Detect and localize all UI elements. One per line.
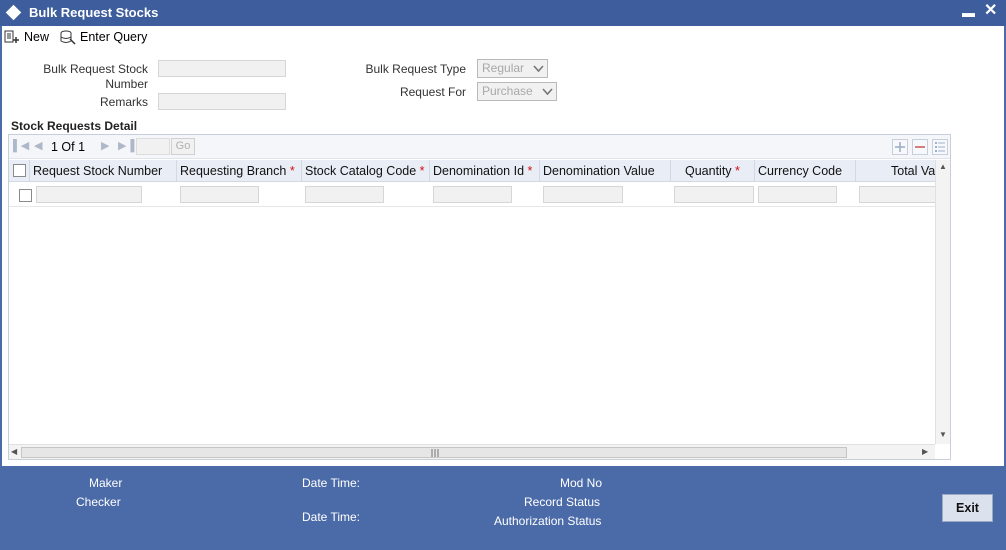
enter-query-button[interactable]: Enter Query: [59, 28, 147, 46]
go-button[interactable]: Go: [171, 138, 195, 155]
mod-no-label: Mod No: [560, 476, 603, 490]
col-header-label: Stock Catalog Code: [305, 164, 417, 178]
bulk-request-stock-number-label: Bulk Request Stock Number: [43, 62, 148, 91]
audit-footer: Maker Checker Date Time: Date Time: Mod …: [0, 468, 1006, 550]
col-denomination-value[interactable]: Denomination Value: [540, 160, 671, 182]
last-page-icon[interactable]: ▶▐: [118, 140, 134, 152]
request-stock-number-input[interactable]: [36, 186, 142, 203]
request-for-label: Request For: [399, 85, 466, 99]
enter-query-label: Enter Query: [80, 30, 148, 44]
scroll-right-icon[interactable]: ▶: [922, 447, 928, 456]
stock-requests-detail-title: Stock Requests Detail: [11, 119, 138, 133]
request-for-select[interactable]: Purchase: [477, 82, 557, 101]
vertical-scrollbar[interactable]: ▲ ▼: [935, 160, 950, 444]
col-header-label: Quantity: [685, 164, 732, 178]
total-value-input[interactable]: [859, 186, 935, 203]
col-denomination-id[interactable]: Denomination Id *: [430, 160, 540, 182]
required-marker: *: [289, 164, 295, 178]
grid-pager: ▌◀ ◀ 1 Of 1 ▶ ▶▐ Go: [9, 135, 950, 159]
first-page-icon[interactable]: ▌◀: [13, 140, 29, 152]
new-button[interactable]: New: [4, 28, 49, 46]
denomination-id-input[interactable]: [433, 186, 512, 203]
maker-label: Maker: [89, 476, 123, 490]
quantity-input[interactable]: [674, 186, 754, 203]
delete-row-button[interactable]: [912, 139, 928, 155]
col-request-stock-number[interactable]: Request Stock Number: [30, 160, 177, 182]
bulk-request-stock-number-field[interactable]: [158, 60, 286, 77]
requesting-branch-input[interactable]: [180, 186, 259, 203]
horizontal-scrollbar[interactable]: ◀ ▶: [9, 444, 935, 459]
currency-code-input[interactable]: [758, 186, 837, 203]
scroll-down-icon[interactable]: ▼: [939, 430, 947, 439]
col-header-label: Request Stock Number: [33, 164, 163, 178]
request-for-value: Purchase: [482, 84, 533, 98]
col-header-label: Denomination Id: [433, 164, 525, 178]
col-currency-code[interactable]: Currency Code: [755, 160, 856, 182]
new-label: New: [24, 30, 50, 44]
authorization-status-label: Authorization Status: [494, 514, 602, 528]
single-view-button[interactable]: [932, 139, 948, 155]
remarks-field[interactable]: [158, 93, 286, 110]
col-total-value[interactable]: Total Va: [856, 160, 935, 182]
bulk-request-type-label: Bulk Request Type: [365, 62, 466, 76]
grip-icon: [431, 449, 439, 457]
toolbar: New Enter Query: [2, 26, 1004, 48]
main-content: New Enter Query Bulk Request Stock Numbe…: [2, 26, 1004, 466]
select-all-checkbox[interactable]: [13, 164, 26, 177]
page-indicator: 1 Of 1: [51, 140, 86, 154]
row-select-checkbox[interactable]: [19, 189, 32, 202]
scroll-up-icon[interactable]: ▲: [939, 162, 947, 171]
grid-table: Request Stock Number Requesting Branch *…: [9, 160, 935, 444]
page-number-input[interactable]: [136, 138, 170, 155]
col-requesting-branch[interactable]: Requesting Branch *: [177, 160, 302, 182]
close-button[interactable]: ✕: [984, 2, 997, 20]
exit-button[interactable]: Exit: [942, 494, 993, 522]
col-header-label: Denomination Value: [543, 164, 655, 178]
chevron-down-icon: [542, 88, 553, 96]
list-view-icon: [935, 142, 945, 152]
bulk-request-stocks-window: Bulk Request Stocks ▬ ✕ New Enter Query …: [0, 0, 1006, 550]
bulk-request-type-value: Regular: [482, 61, 525, 75]
window-title: Bulk Request Stocks: [29, 5, 159, 20]
col-header-label: Requesting Branch: [180, 164, 287, 178]
add-row-button[interactable]: [892, 139, 908, 155]
title-bar: Bulk Request Stocks ▬ ✕: [0, 0, 1006, 26]
header-form: Bulk Request Stock Number Remarks Bulk R…: [2, 50, 1004, 120]
new-document-icon: [4, 30, 19, 43]
remarks-label: Remarks: [99, 95, 148, 109]
chevron-down-icon: [533, 65, 544, 73]
required-marker: *: [527, 164, 533, 178]
horizontal-scroll-thumb[interactable]: [21, 447, 847, 458]
stock-catalog-code-input[interactable]: [305, 186, 384, 203]
required-marker: *: [419, 164, 425, 178]
required-marker: *: [735, 164, 740, 178]
minimize-button[interactable]: ▬: [962, 4, 975, 22]
maker-date-time-label: Date Time:: [302, 476, 361, 490]
next-page-icon[interactable]: ▶: [101, 140, 109, 152]
checker-date-time-label: Date Time:: [302, 510, 361, 524]
col-header-label: Total Va: [891, 164, 935, 178]
col-quantity[interactable]: Quantity *: [671, 160, 755, 182]
table-row: [9, 183, 935, 207]
grid-header-row: Request Stock Number Requesting Branch *…: [9, 160, 935, 182]
minus-icon: [915, 146, 925, 148]
bulk-request-type-select[interactable]: Regular: [477, 59, 548, 78]
select-all-cell: [9, 160, 30, 182]
checker-label: Checker: [76, 495, 121, 509]
previous-page-icon[interactable]: ◀: [34, 140, 42, 152]
record-status-label: Record Status: [524, 495, 601, 509]
plus-icon: [895, 142, 905, 152]
col-stock-catalog-code[interactable]: Stock Catalog Code *: [302, 160, 430, 182]
app-diamond-icon: [5, 4, 22, 21]
query-database-icon: [60, 30, 76, 45]
denomination-value-input[interactable]: [543, 186, 623, 203]
scroll-left-icon[interactable]: ◀: [11, 447, 17, 456]
stock-requests-grid: ▌◀ ◀ 1 Of 1 ▶ ▶▐ Go Request Stock Number…: [8, 134, 951, 460]
col-header-label: Currency Code: [758, 164, 843, 178]
